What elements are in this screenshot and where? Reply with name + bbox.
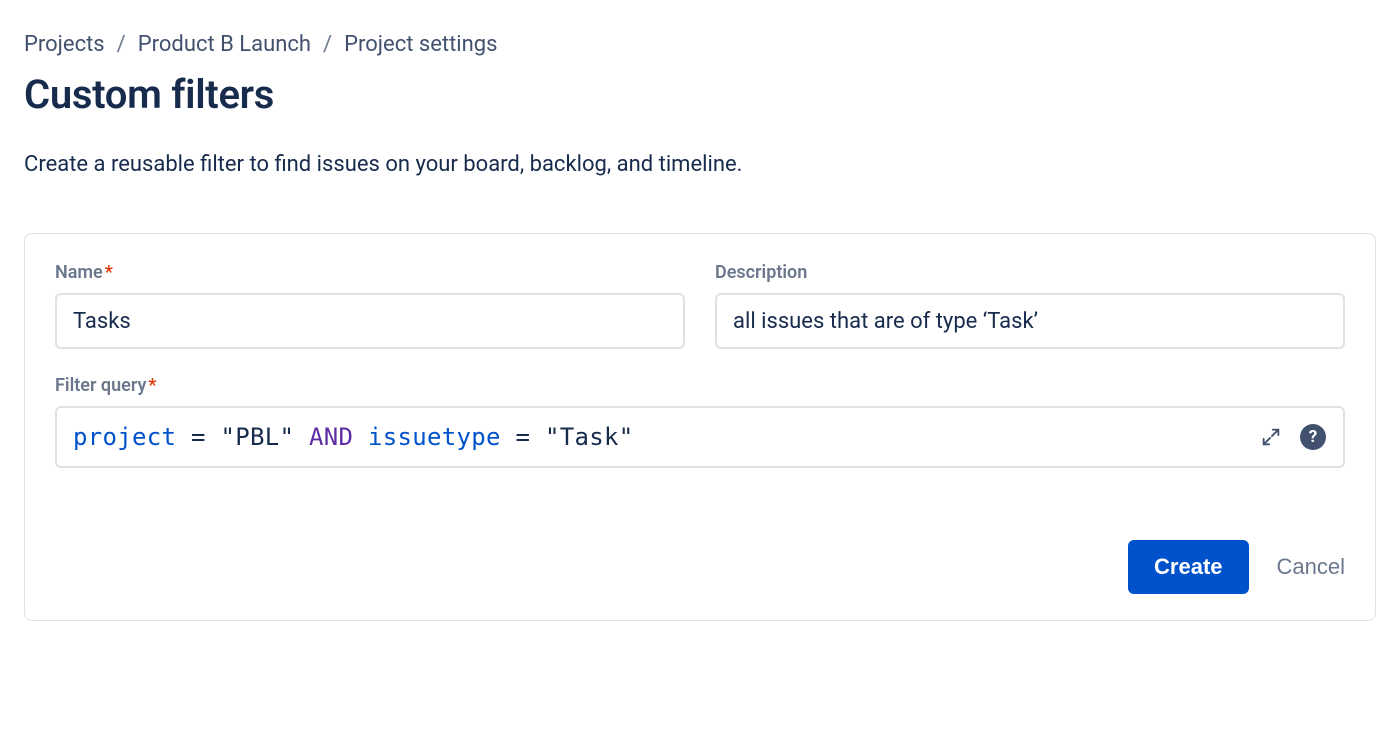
cancel-button[interactable]: Cancel [1277,554,1345,580]
filter-query-label-text: Filter query [55,375,146,396]
page-title: Custom filters [24,71,1376,118]
description-input[interactable] [715,293,1345,349]
description-field-group: Description [715,262,1345,349]
description-label: Description [715,262,1345,283]
required-mark: * [148,375,156,396]
filter-query-field-group: Filter query* project = "PBL" AND issuet… [55,375,1345,468]
jql-text: project = "PBL" AND issuetype = "Task" [73,423,634,451]
description-label-text: Description [715,262,807,283]
name-input[interactable] [55,293,685,349]
form-footer: Create Cancel [55,540,1345,594]
breadcrumb-link-project[interactable]: Product B Launch [138,32,311,57]
name-label: Name* [55,262,685,283]
breadcrumb-separator: / [323,32,332,57]
create-filter-panel: Name* Description Filter query* project … [24,233,1376,621]
breadcrumb-link-projects[interactable]: Projects [24,32,105,57]
breadcrumb-link-settings[interactable]: Project settings [344,32,497,57]
name-field-group: Name* [55,262,685,349]
help-icon[interactable] [1299,423,1327,451]
filter-query-label: Filter query* [55,375,1345,396]
required-mark: * [105,262,113,283]
breadcrumb: Projects / Product B Launch / Project se… [24,32,1376,57]
page-description: Create a reusable filter to find issues … [24,152,1376,177]
expand-icon[interactable] [1257,423,1285,451]
breadcrumb-separator: / [117,32,126,57]
filter-query-input[interactable]: project = "PBL" AND issuetype = "Task" [55,406,1345,468]
create-button[interactable]: Create [1128,540,1248,594]
name-label-text: Name [55,262,103,283]
